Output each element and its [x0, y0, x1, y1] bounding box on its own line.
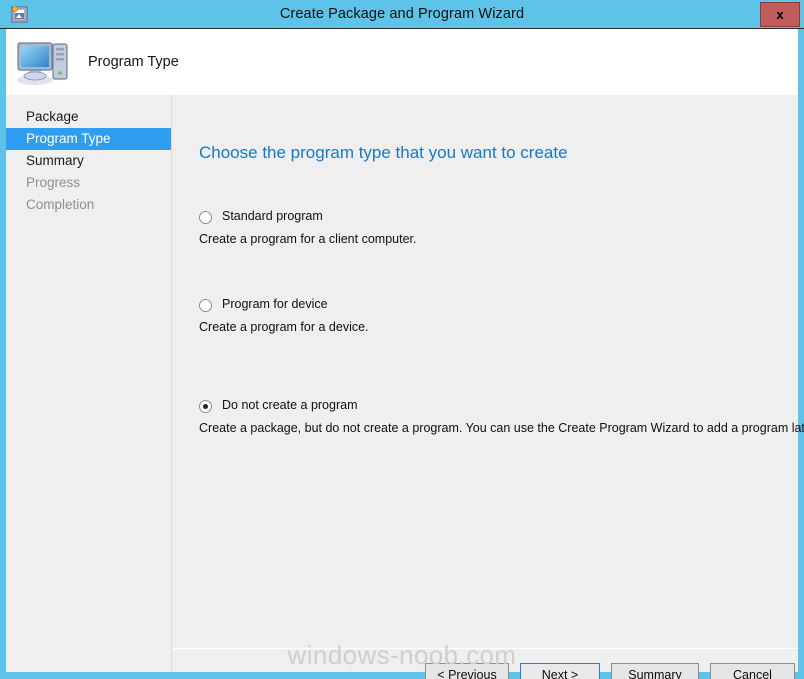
- wizard-header: Program Type: [6, 29, 798, 95]
- option-do-not-create-program: Do not create a program Create a package…: [199, 398, 779, 435]
- option-description: Create a program for a device.: [199, 320, 779, 334]
- option-row: Standard program: [199, 209, 779, 227]
- option-description: Create a program for a client computer.: [199, 232, 779, 246]
- header-title: Program Type: [88, 29, 179, 95]
- button-bar: < Previous Next > Summary Cancel: [173, 661, 798, 679]
- title-bar: Create Package and Program Wizard x: [0, 0, 804, 29]
- window-body: Program Type Package Program Type Summar…: [6, 29, 798, 672]
- sidebar-item-package[interactable]: Package: [6, 106, 171, 128]
- computer-icon: [14, 35, 70, 87]
- option-label[interactable]: Program for device: [222, 297, 328, 311]
- option-program-for-device: Program for device Create a program for …: [199, 297, 779, 334]
- window-title: Create Package and Program Wizard: [0, 0, 804, 29]
- option-label[interactable]: Do not create a program: [222, 398, 358, 412]
- option-row: Program for device: [199, 297, 779, 315]
- page-title: Choose the program type that you want to…: [199, 143, 568, 163]
- sidebar-item-progress: Progress: [6, 172, 171, 194]
- wizard-content: Choose the program type that you want to…: [173, 95, 798, 648]
- option-label[interactable]: Standard program: [222, 209, 323, 223]
- radio-do-not-create-program[interactable]: [199, 400, 212, 413]
- sidebar-item-completion: Completion: [6, 194, 171, 216]
- radio-program-for-device[interactable]: [199, 299, 212, 312]
- next-button[interactable]: Next >: [520, 663, 600, 679]
- summary-button[interactable]: Summary: [611, 663, 699, 679]
- previous-button[interactable]: < Previous: [425, 663, 509, 679]
- option-standard-program: Standard program Create a program for a …: [199, 209, 779, 246]
- cancel-button[interactable]: Cancel: [710, 663, 795, 679]
- sidebar-item-program-type[interactable]: Program Type: [6, 128, 171, 150]
- radio-standard-program[interactable]: [199, 211, 212, 224]
- wizard-window: Create Package and Program Wizard x: [0, 0, 804, 679]
- option-row: Do not create a program: [199, 398, 779, 416]
- option-description: Create a package, but do not create a pr…: [199, 421, 779, 435]
- sidebar-item-summary[interactable]: Summary: [6, 150, 171, 172]
- wizard-sidebar: Package Program Type Summary Progress Co…: [6, 95, 172, 672]
- close-button[interactable]: x: [760, 2, 800, 27]
